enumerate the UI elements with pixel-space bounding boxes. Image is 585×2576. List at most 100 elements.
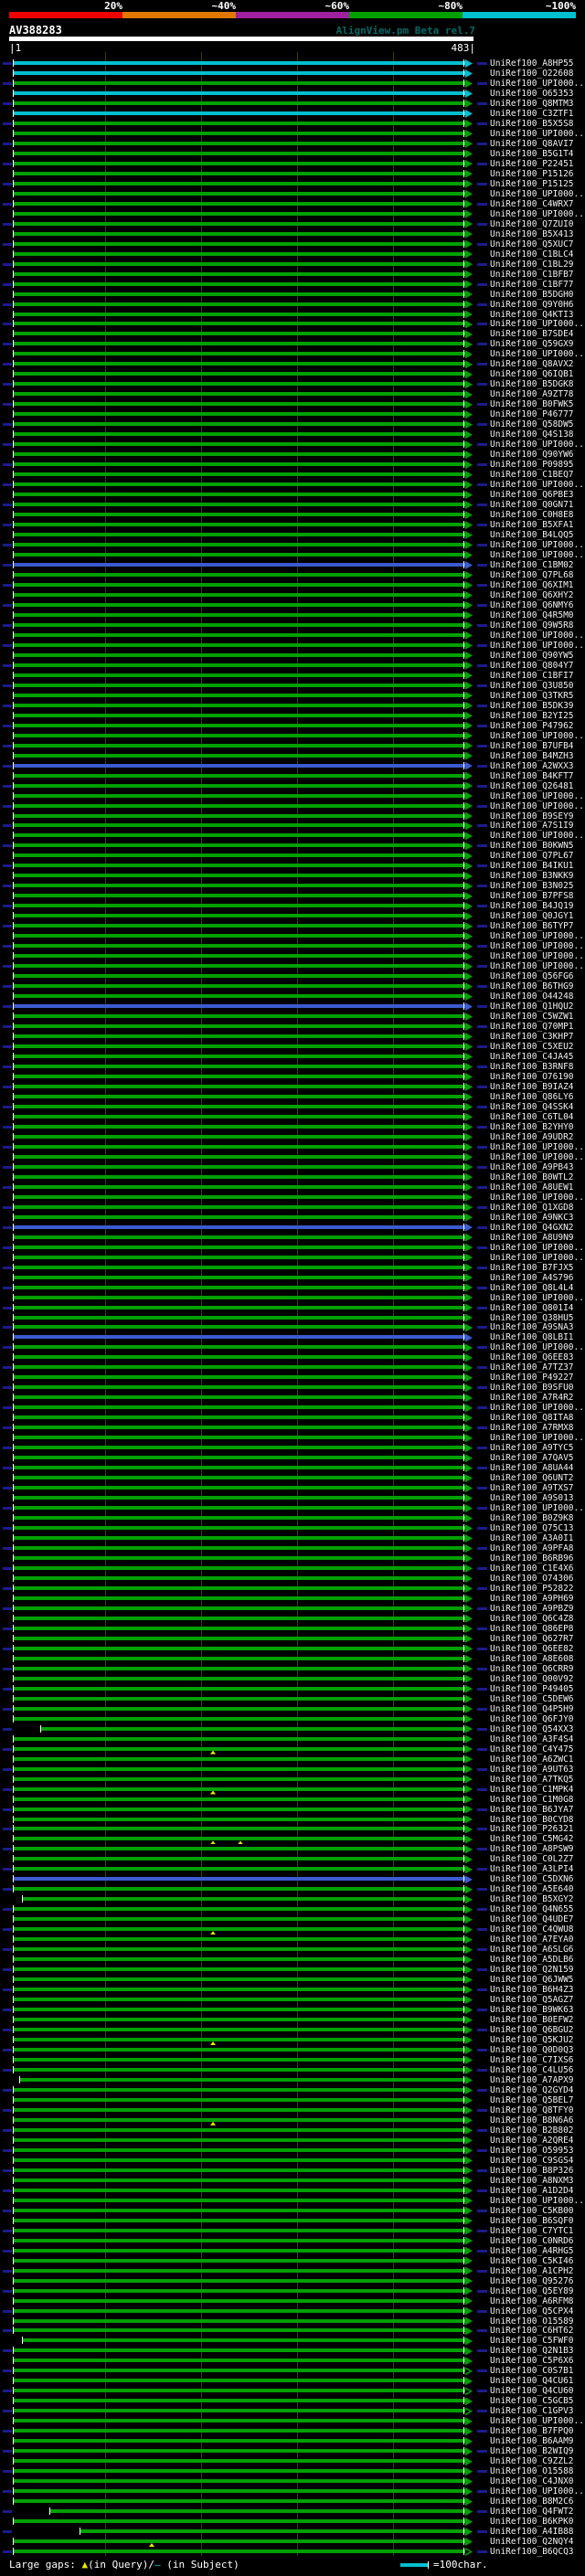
alignment-row[interactable]: UniRef100_Q54XX3 <box>0 1724 585 1734</box>
alignment-bar[interactable] <box>14 1265 465 1269</box>
hit-accession-label[interactable]: UniRef100_A7RMX8 <box>490 1424 574 1433</box>
alignment-row[interactable]: UniRef100_Q7PL67 <box>0 851 585 861</box>
alignment-bar[interactable] <box>14 1616 465 1620</box>
alignment-bar[interactable] <box>14 2449 465 2454</box>
alignment-row[interactable]: UniRef100_Q8ITA8 <box>0 1413 585 1423</box>
hit-accession-label[interactable]: UniRef100_Q86EP8 <box>490 1624 574 1634</box>
hit-accession-label[interactable]: UniRef100_Q1XGD8 <box>490 1203 574 1213</box>
alignment-row[interactable]: UniRef100_Q1XGD8 <box>0 1203 585 1213</box>
alignment-row[interactable]: UniRef100_Q6BGU2 <box>0 2025 585 2035</box>
alignment-bar[interactable] <box>14 2278 465 2283</box>
alignment-bar[interactable] <box>14 1405 465 1410</box>
hit-accession-label[interactable]: UniRef100_C4LU56 <box>490 2066 574 2075</box>
alignment-row[interactable]: UniRef100_Q0D0Q3 <box>0 2045 585 2055</box>
hit-accession-label[interactable]: UniRef100_Q58DW5 <box>490 420 574 429</box>
hit-accession-label[interactable]: UniRef100_A9PFA8 <box>490 1544 574 1553</box>
alignment-row[interactable]: UniRef100_UPI000.. <box>0 791 585 801</box>
alignment-row[interactable]: UniRef100_UPI000.. <box>0 1193 585 1203</box>
hit-accession-label[interactable]: UniRef100_UPI000.. <box>490 1504 584 1513</box>
alignment-bar[interactable] <box>14 1696 465 1701</box>
hit-accession-label[interactable]: UniRef100_Q8TFY0 <box>490 2105 574 2115</box>
alignment-row[interactable]: UniRef100_O15588 <box>0 2466 585 2476</box>
alignment-bar[interactable] <box>14 703 465 707</box>
hit-accession-label[interactable]: UniRef100_A8UA44 <box>490 1464 574 1473</box>
alignment-bar[interactable] <box>14 803 465 808</box>
alignment-row[interactable]: UniRef100_A7TZ37 <box>0 1362 585 1373</box>
alignment-bar[interactable] <box>14 2068 465 2072</box>
alignment-bar[interactable] <box>14 1134 465 1139</box>
alignment-bar[interactable] <box>14 362 465 366</box>
hit-accession-label[interactable]: UniRef100_P49405 <box>490 1684 574 1694</box>
alignment-bar[interactable] <box>14 1546 465 1551</box>
alignment-bar[interactable] <box>14 723 465 727</box>
alignment-bar[interactable] <box>14 1706 465 1711</box>
alignment-bar[interactable] <box>14 503 465 507</box>
alignment-row[interactable]: UniRef100_B7FJX5 <box>0 1263 585 1273</box>
alignment-bar[interactable] <box>14 1214 465 1219</box>
alignment-row[interactable]: UniRef100_C5KI46 <box>0 2256 585 2266</box>
alignment-row[interactable]: UniRef100_P26321 <box>0 1824 585 1834</box>
hit-accession-label[interactable]: UniRef100_Q4CU60 <box>490 2387 574 2396</box>
hit-accession-label[interactable]: UniRef100_Q2GYD4 <box>490 2085 574 2095</box>
hit-accession-label[interactable]: UniRef100_A8PSW9 <box>490 1845 574 1854</box>
hit-accession-label[interactable]: UniRef100_A9UT63 <box>490 1765 574 1775</box>
alignment-row[interactable]: UniRef100_B6AAM9 <box>0 2436 585 2446</box>
hit-accession-label[interactable]: UniRef100_Q627R7 <box>490 1634 574 1644</box>
alignment-bar[interactable] <box>14 2439 465 2443</box>
alignment-bar[interactable] <box>14 442 465 447</box>
hit-accession-label[interactable]: UniRef100_UPI000.. <box>490 952 584 961</box>
alignment-bar[interactable] <box>14 1516 465 1521</box>
hit-accession-label[interactable]: UniRef100_Q0JGY1 <box>490 912 574 921</box>
alignment-row[interactable]: UniRef100_C7IXS6 <box>0 2055 585 2065</box>
alignment-bar[interactable] <box>14 2258 465 2263</box>
hit-accession-label[interactable]: UniRef100_Q6XIM1 <box>490 580 574 590</box>
hit-accession-label[interactable]: UniRef100_UPI000.. <box>490 320 584 329</box>
alignment-row[interactable]: UniRef100_Q8L4L4 <box>0 1283 585 1293</box>
hit-accession-label[interactable]: UniRef100_B0EFW2 <box>490 2016 574 2025</box>
hit-accession-label[interactable]: UniRef100_C5XEU2 <box>490 1043 574 1052</box>
alignment-row[interactable]: UniRef100_A8E608 <box>0 1654 585 1664</box>
alignment-row[interactable]: UniRef100_C9SGS4 <box>0 2156 585 2166</box>
hit-accession-label[interactable]: UniRef100_Q2N1B3 <box>490 2347 574 2356</box>
hit-accession-label[interactable]: UniRef100_UPI000.. <box>490 2196 584 2206</box>
alignment-row[interactable]: UniRef100_A9NKC3 <box>0 1213 585 1223</box>
hit-accession-label[interactable]: UniRef100_C4JA45 <box>490 1053 574 1062</box>
alignment-row[interactable]: UniRef100_A9PH69 <box>0 1594 585 1604</box>
hit-accession-label[interactable]: UniRef100_C9ZZL2 <box>490 2457 574 2466</box>
hit-accession-label[interactable]: UniRef100_B9WK63 <box>490 2006 574 2015</box>
hit-accession-label[interactable]: UniRef100_C4Y475 <box>490 1744 574 1754</box>
hit-accession-label[interactable]: UniRef100_B5DGH0 <box>490 290 574 300</box>
alignment-bar[interactable] <box>14 1476 465 1480</box>
hit-accession-label[interactable]: UniRef100_Q4N655 <box>490 1905 574 1914</box>
alignment-bar[interactable] <box>14 582 465 587</box>
hit-accession-label[interactable]: UniRef100_Q6JWW5 <box>490 1976 574 1985</box>
alignment-row[interactable]: UniRef100_B6H4Z3 <box>0 1985 585 1995</box>
alignment-bar[interactable] <box>14 1065 465 1068</box>
alignment-bar[interactable] <box>14 261 465 266</box>
alignment-bar[interactable] <box>14 663 465 667</box>
alignment-bar[interactable] <box>14 1998 465 2002</box>
hit-accession-label[interactable]: UniRef100_C5FWF0 <box>490 2337 574 2346</box>
hit-accession-label[interactable]: UniRef100_B7SDE4 <box>490 330 574 339</box>
hit-accession-label[interactable]: UniRef100_A7R4R2 <box>490 1394 574 1403</box>
hit-accession-label[interactable]: UniRef100_C1BF77 <box>490 280 574 290</box>
alignment-row[interactable]: UniRef100_B6TYP7 <box>0 921 585 931</box>
hit-accession-label[interactable]: UniRef100_Q54XX3 <box>490 1724 574 1734</box>
alignment-row[interactable]: UniRef100_P49227 <box>0 1373 585 1383</box>
hit-accession-label[interactable]: UniRef100_C5KI46 <box>490 2256 574 2266</box>
alignment-bar[interactable] <box>14 2198 465 2202</box>
hit-accession-label[interactable]: UniRef100_P46777 <box>490 410 574 419</box>
alignment-row[interactable]: UniRef100_A8NXM3 <box>0 2176 585 2186</box>
alignment-bar[interactable] <box>14 302 465 306</box>
alignment-row[interactable]: UniRef100_Q5XUC7 <box>0 239 585 249</box>
alignment-bar[interactable] <box>14 1676 465 1680</box>
alignment-bar[interactable] <box>14 884 465 888</box>
alignment-bar[interactable] <box>14 2288 465 2293</box>
alignment-row[interactable]: UniRef100_Q2GYD4 <box>0 2085 585 2095</box>
alignment-row[interactable]: UniRef100_C5DXN6 <box>0 1874 585 1884</box>
alignment-row[interactable]: UniRef100_P22451 <box>0 159 585 169</box>
alignment-bar[interactable] <box>14 1595 465 1600</box>
hit-accession-label[interactable]: UniRef100_Q4FWT2 <box>490 2507 574 2517</box>
alignment-bar[interactable] <box>14 1335 465 1340</box>
hit-accession-label[interactable]: UniRef100_UPI000.. <box>490 1343 584 1352</box>
